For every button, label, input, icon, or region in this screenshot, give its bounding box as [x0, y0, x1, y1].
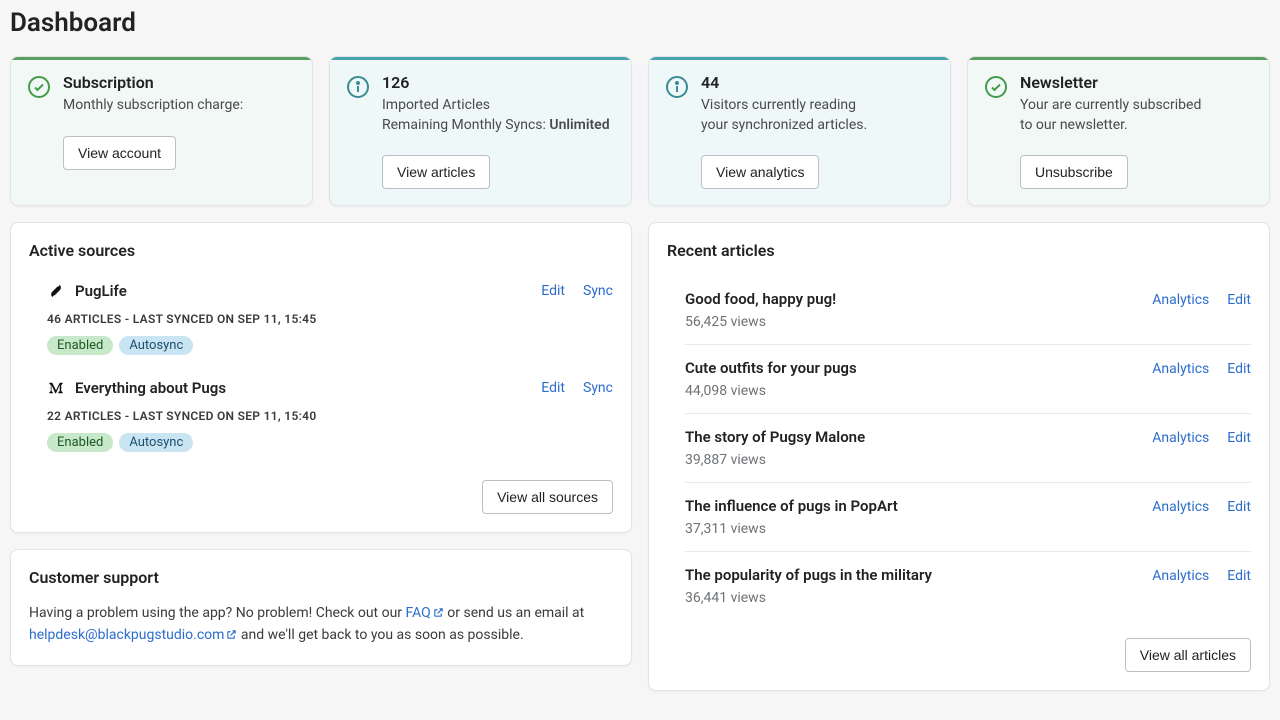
check-circle-icon [984, 75, 1008, 99]
article-analytics-link[interactable]: Analytics [1152, 568, 1209, 584]
article-title: The influence of pugs in PopArt [685, 497, 898, 515]
imported-count: 126 [382, 73, 615, 92]
newsletter-desc2: to our newsletter. [1020, 116, 1253, 136]
article-item: The story of Pugsy Malone 39,887 views A… [685, 414, 1251, 483]
article-analytics-link[interactable]: Analytics [1152, 361, 1209, 377]
view-articles-button[interactable]: View articles [382, 155, 490, 189]
source-edit-link[interactable]: Edit [541, 380, 565, 396]
article-edit-link[interactable]: Edit [1227, 361, 1251, 377]
info-circle-icon [346, 75, 370, 99]
article-edit-link[interactable]: Edit [1227, 430, 1251, 446]
article-item: Cute outfits for your pugs 44,098 views … [685, 345, 1251, 414]
article-title: Cute outfits for your pugs [685, 359, 857, 377]
article-title: The story of Pugsy Malone [685, 428, 865, 446]
article-item: The popularity of pugs in the military 3… [685, 552, 1251, 620]
view-all-sources-button[interactable]: View all sources [482, 480, 613, 514]
source-edit-link[interactable]: Edit [541, 283, 565, 299]
article-item: The influence of pugs in PopArt 37,311 v… [685, 483, 1251, 552]
subscription-desc: Monthly subscription charge: [63, 96, 296, 116]
page-title: Dashboard [10, 8, 1270, 38]
source-sync-link[interactable]: Sync [583, 380, 613, 396]
squarespace-icon [47, 282, 65, 300]
external-link-icon [433, 604, 444, 625]
support-panel: Customer support Having a problem using … [10, 549, 632, 666]
article-views: 36,441 views [685, 590, 932, 606]
check-circle-icon [27, 75, 51, 99]
support-title: Customer support [29, 568, 613, 587]
article-views: 37,311 views [685, 521, 898, 537]
subscription-card: Subscription Monthly subscription charge… [10, 56, 313, 206]
article-views: 39,887 views [685, 452, 865, 468]
article-edit-link[interactable]: Edit [1227, 568, 1251, 584]
visitors-desc1: Visitors currently reading [701, 96, 934, 116]
article-edit-link[interactable]: Edit [1227, 292, 1251, 308]
view-analytics-button[interactable]: View analytics [701, 155, 819, 189]
source-name: Everything about Pugs [75, 379, 226, 397]
source-meta: 22 ARTICLES - LAST SYNCED ON SEP 11, 15:… [47, 409, 613, 423]
newsletter-desc1: Your are currently subscribed [1020, 96, 1253, 116]
visitors-desc2: your synchronized articles. [701, 116, 934, 136]
view-all-articles-button[interactable]: View all articles [1125, 638, 1251, 672]
support-text: Having a problem using the app? No probl… [29, 603, 613, 647]
article-analytics-link[interactable]: Analytics [1152, 499, 1209, 515]
newsletter-title: Newsletter [1020, 73, 1253, 92]
article-title: Good food, happy pug! [685, 290, 836, 308]
support-email-link[interactable]: helpdesk@blackpugstudio.com [29, 627, 237, 643]
active-sources-title: Active sources [29, 241, 613, 260]
enabled-badge: Enabled [47, 336, 113, 355]
autosync-badge: Autosync [119, 433, 193, 452]
enabled-badge: Enabled [47, 433, 113, 452]
article-title: The popularity of pugs in the military [685, 566, 932, 584]
article-analytics-link[interactable]: Analytics [1152, 292, 1209, 308]
active-sources-panel: Active sources PugLife Edit Sync 46 ARTI… [10, 222, 632, 533]
unsubscribe-button[interactable]: Unsubscribe [1020, 155, 1128, 189]
article-views: 44,098 views [685, 383, 857, 399]
visitors-count: 44 [701, 73, 934, 92]
visitors-card: 44 Visitors currently reading your synch… [648, 56, 951, 206]
subscription-title: Subscription [63, 73, 296, 92]
article-views: 56,425 views [685, 314, 836, 330]
article-analytics-link[interactable]: Analytics [1152, 430, 1209, 446]
imported-card: 126 Imported Articles Remaining Monthly … [329, 56, 632, 206]
source-meta: 46 ARTICLES - LAST SYNCED ON SEP 11, 15:… [47, 312, 613, 326]
external-link-icon [226, 626, 237, 647]
autosync-badge: Autosync [119, 336, 193, 355]
source-name: PugLife [75, 282, 127, 300]
source-sync-link[interactable]: Sync [583, 283, 613, 299]
imported-remaining: Remaining Monthly Syncs: Unlimited [382, 116, 615, 136]
source-item: PugLife Edit Sync 46 ARTICLES - LAST SYN… [29, 276, 613, 373]
article-edit-link[interactable]: Edit [1227, 499, 1251, 515]
imported-label: Imported Articles [382, 96, 615, 116]
newsletter-card: Newsletter Your are currently subscribed… [967, 56, 1270, 206]
faq-link[interactable]: FAQ [406, 605, 444, 621]
article-item: Good food, happy pug! 56,425 views Analy… [685, 276, 1251, 345]
view-account-button[interactable]: View account [63, 136, 176, 170]
recent-articles-title: Recent articles [667, 241, 1251, 260]
medium-icon [47, 379, 65, 397]
info-circle-icon [665, 75, 689, 99]
source-item: Everything about Pugs Edit Sync 22 ARTIC… [29, 373, 613, 470]
recent-articles-panel: Recent articles Good food, happy pug! 56… [648, 222, 1270, 691]
